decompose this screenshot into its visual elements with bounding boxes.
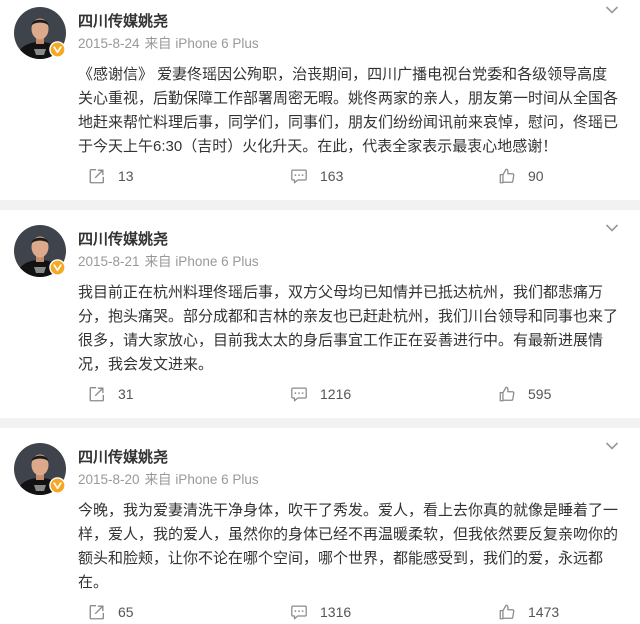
repost-icon [88, 385, 106, 403]
post-body-line: 样，爱人，我的爱人，虽然你的身体已经不再温暖柔软，但我依然要反复亲吻你的 [78, 526, 619, 543]
like-icon [498, 603, 516, 621]
post-body-line: 关心重视，后勤保障工作部署周密无暇。姚佟两家的亲人，朋友第一时间从全国各 [78, 90, 619, 107]
post-date: 2015-8-21 [78, 254, 140, 269]
post-date: 2015-8-24 [78, 36, 140, 51]
post-body-line: 分，抱头痛哭。部分成都和吉林的亲友也已赶赴杭州，我们川台领导和同事也来了 [78, 308, 619, 325]
repost-icon [88, 167, 106, 185]
post-meta: 2015-8-24 来自 iPhone 6 Plus [78, 35, 259, 53]
like-button[interactable]: 90 [498, 164, 544, 188]
post-body-line: 《感谢信》 爱妻佟瑶因公殉职，治丧期间，四川广播电视台党委和各级领导高度 [78, 66, 608, 83]
comment-count: 1316 [320, 604, 352, 620]
repost-count: 31 [118, 386, 134, 402]
like-icon [498, 167, 516, 185]
like-count: 1473 [528, 604, 560, 620]
post-card: 四川传媒姚尧 2015-8-20 来自 iPhone 6 Plus 今晚，我为爱妻… [0, 428, 640, 624]
author-name[interactable]: 四川传媒姚尧 [78, 12, 168, 32]
repost-button[interactable]: 65 [88, 600, 134, 624]
chevron-down-icon[interactable] [605, 223, 619, 233]
post-date: 2015-8-20 [78, 472, 140, 487]
like-icon [498, 385, 516, 403]
post-source: 来自 iPhone 6 Plus [144, 472, 259, 487]
post-body: 今晚，我为爱妻清洗干净身体，吹干了秀发。爱人，看上去你真的就像是睡着了一 样，爱… [78, 499, 626, 595]
comment-count: 163 [320, 168, 344, 184]
verified-badge-icon [49, 41, 66, 58]
verified-badge-icon [49, 477, 66, 494]
repost-count: 65 [118, 604, 134, 620]
post-body-line: 在。 [78, 574, 109, 591]
verified-badge-icon [49, 259, 66, 276]
post-card: 四川传媒姚尧 2015-8-21 来自 iPhone 6 Plus 我目前正在杭州… [0, 210, 640, 418]
comment-button[interactable]: 1216 [290, 382, 351, 406]
like-count: 90 [528, 168, 544, 184]
author-name[interactable]: 四川传媒姚尧 [78, 230, 168, 250]
post-body-line: 况，我会发文进来。 [78, 356, 214, 373]
post-source: 来自 iPhone 6 Plus [144, 36, 259, 51]
action-bar: 65 1316 1473 [0, 600, 640, 624]
repost-button[interactable]: 13 [88, 164, 134, 188]
post-meta: 2015-8-21 来自 iPhone 6 Plus [78, 253, 259, 271]
repost-count: 13 [118, 168, 134, 184]
like-button[interactable]: 595 [498, 382, 551, 406]
post-body-line: 于今天上午6:30（吉时）火化升天。在此，代表全家表示最衷心地感谢！ [78, 138, 558, 155]
comment-icon [290, 603, 308, 621]
action-bar: 13 163 90 [0, 164, 640, 188]
comment-icon [290, 385, 308, 403]
like-count: 595 [528, 386, 552, 402]
post-body: 我目前正在杭州料理佟瑶后事，双方父母均已知情并已抵达杭州，我们都悲痛万 分，抱头… [78, 281, 626, 377]
post-body-line: 额头和脸颊，让你不论在哪个空间，哪个世界，都能感受到，我们的爱，永远都 [78, 550, 604, 567]
post-source: 来自 iPhone 6 Plus [144, 254, 259, 269]
post-body-line: 地赶来帮忙料理后事，同学们，同事们，朋友们纷纷闻讯前来哀悼，慰问，佟瑶已 [78, 114, 619, 131]
post-card: 四川传媒姚尧 2015-8-24 来自 iPhone 6 Plus 《感谢信》 爱… [0, 0, 640, 200]
like-button[interactable]: 1473 [498, 600, 559, 624]
author-name[interactable]: 四川传媒姚尧 [78, 448, 168, 468]
repost-icon [88, 603, 106, 621]
post-body: 《感谢信》 爱妻佟瑶因公殉职，治丧期间，四川广播电视台党委和各级领导高度 关心重… [78, 63, 626, 159]
repost-button[interactable]: 31 [88, 382, 134, 406]
post-body-line: 今晚，我为爱妻清洗干净身体，吹干了秀发。爱人，看上去你真的就像是睡着了一 [78, 502, 619, 519]
comment-button[interactable]: 1316 [290, 600, 351, 624]
chevron-down-icon[interactable] [605, 5, 619, 15]
comment-icon [290, 167, 308, 185]
post-meta: 2015-8-20 来自 iPhone 6 Plus [78, 471, 259, 489]
comment-button[interactable]: 163 [290, 164, 343, 188]
action-bar: 31 1216 595 [0, 382, 640, 406]
comment-count: 1216 [320, 386, 352, 402]
post-body-line: 我目前正在杭州料理佟瑶后事，双方父母均已知情并已抵达杭州，我们都悲痛万 [78, 284, 604, 301]
chevron-down-icon[interactable] [605, 441, 619, 451]
post-body-line: 很多，请大家放心，目前我太太的身后事宜工作正在妥善进行中。有最新进展情 [78, 332, 604, 349]
